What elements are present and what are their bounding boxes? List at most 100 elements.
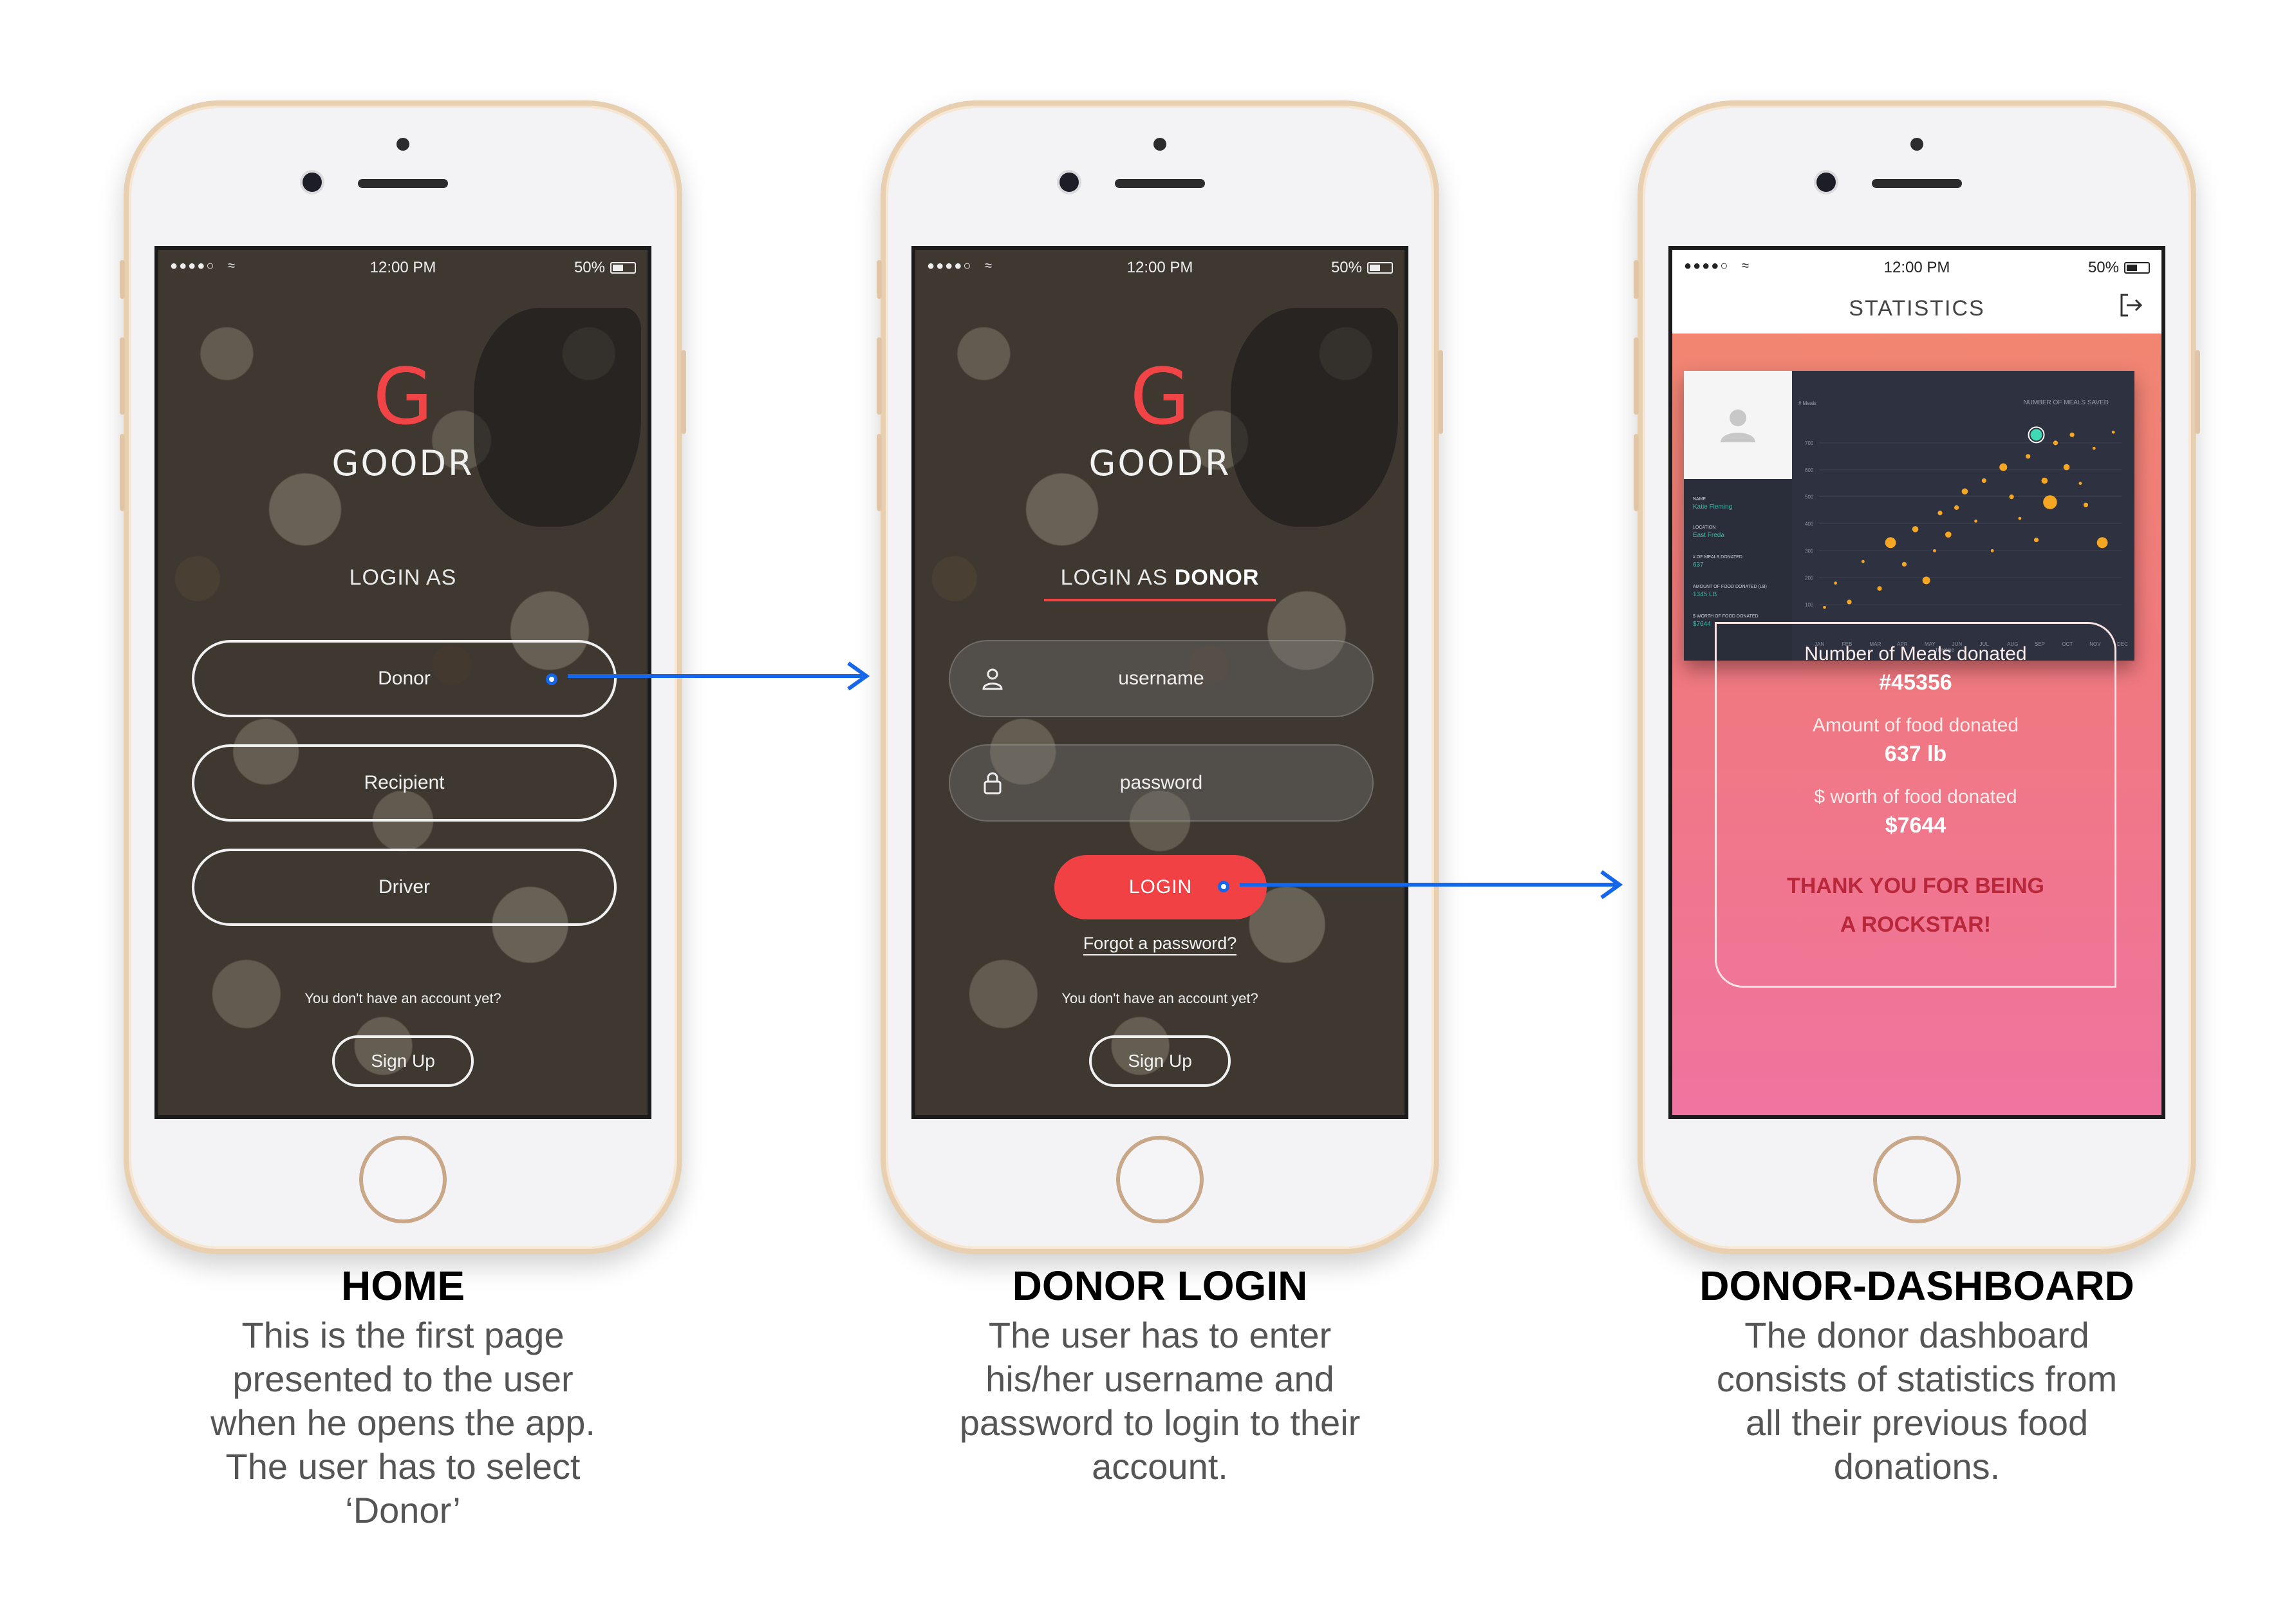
login-role: DONOR bbox=[1174, 565, 1260, 590]
home-button[interactable] bbox=[1116, 1136, 1204, 1223]
brand-name: GOODR bbox=[1088, 443, 1231, 484]
y-tick-label: 400 bbox=[1805, 522, 1814, 527]
front-camera bbox=[303, 173, 322, 192]
scatter-point-10 bbox=[1937, 511, 1943, 516]
statistics-card: NAME Katie Fleming LOCATION East Freda #… bbox=[1684, 371, 2134, 661]
login-as-donor-heading: LOGIN AS DONOR bbox=[915, 565, 1405, 590]
meals-scatter-chart: 100200300400500600700JAN FEB MAR APR MAY JUN J… bbox=[1805, 426, 2128, 647]
password-placeholder: password bbox=[1119, 772, 1203, 793]
food-donated-value: 637 lb bbox=[1884, 742, 1947, 766]
worth-donated-label: $ worth of food donated bbox=[1814, 786, 2017, 807]
volume-down-button bbox=[877, 434, 882, 511]
dashboard-header: ●●●●○ ≈ 12:00 PM 50% STATISTICS bbox=[1672, 250, 2161, 334]
login-button[interactable]: LOGIN bbox=[1054, 855, 1267, 919]
brand-logo-icon: G bbox=[1130, 353, 1190, 442]
status-bar: ●●●●○ ≈ 12:00 PM 50% bbox=[158, 255, 648, 281]
volume-up-button bbox=[120, 337, 125, 415]
sign-up-button[interactable]: Sign Up bbox=[1089, 1035, 1231, 1087]
battery-icon bbox=[610, 262, 636, 274]
proximity-sensor bbox=[1153, 138, 1166, 151]
driver-button[interactable]: Driver bbox=[192, 849, 617, 926]
caption-home: HOME This is the first page presented to… bbox=[124, 1262, 682, 1532]
login-as-prefix: LOGIN AS bbox=[1060, 565, 1175, 590]
scatter-point-30 bbox=[2096, 537, 2108, 549]
scatter-point-8 bbox=[1922, 576, 1930, 585]
proximity-sensor bbox=[397, 138, 409, 151]
no-account-text: You don't have an account yet? bbox=[1061, 990, 1258, 1006]
donor-login-screen: ●●●●○ ≈ 12:00 PM 50% G GOODR LOGIN AS DO… bbox=[911, 246, 1408, 1119]
battery-status: 50% bbox=[1331, 259, 1393, 277]
username-field[interactable]: username bbox=[949, 640, 1374, 717]
food-donated-label: Amount of food donated bbox=[1812, 715, 2019, 736]
earpiece-speaker bbox=[1115, 179, 1205, 188]
meals-donated-value: #45356 bbox=[1879, 670, 1952, 695]
status-bar: ●●●●○ ≈ 12:00 PM 50% bbox=[915, 255, 1405, 281]
battery-icon bbox=[2124, 262, 2150, 274]
home-button[interactable] bbox=[1873, 1136, 1961, 1223]
caption-title: HOME bbox=[341, 1263, 465, 1309]
battery-status: 50% bbox=[2088, 259, 2150, 277]
caption-description: The user has to enter his/her username a… bbox=[959, 1315, 1361, 1487]
user-icon bbox=[982, 668, 1003, 690]
mute-switch bbox=[877, 260, 882, 299]
scatter-point-3 bbox=[1861, 560, 1865, 563]
scatter-point-31 bbox=[2111, 430, 2115, 434]
scatter-point-16 bbox=[1990, 549, 1994, 552]
volume-down-button bbox=[120, 434, 125, 511]
scatter-point-11 bbox=[1945, 531, 1952, 538]
scatter-point-23 bbox=[2043, 495, 2057, 509]
mute-switch bbox=[1634, 260, 1639, 299]
scatter-point-28 bbox=[2083, 502, 2089, 507]
phone-donor-dashboard: ●●●●○ ≈ 12:00 PM 50% STATISTICS NAME Kat… bbox=[1634, 100, 2200, 1254]
battery-percent: 50% bbox=[574, 259, 605, 276]
mute-switch bbox=[120, 260, 125, 299]
forgot-password-link[interactable]: Forgot a password? bbox=[915, 934, 1405, 955]
caption-title: DONOR LOGIN bbox=[1012, 1263, 1308, 1309]
power-button bbox=[681, 350, 686, 434]
scatter-point-22 bbox=[2041, 477, 2048, 484]
scatter-point-1 bbox=[1834, 581, 1838, 585]
highlight-point[interactable] bbox=[2030, 429, 2042, 441]
y-tick-label: 100 bbox=[1805, 602, 1814, 608]
front-camera bbox=[1059, 173, 1079, 192]
proximity-sensor bbox=[1910, 138, 1923, 151]
page-title: STATISTICS bbox=[1849, 296, 1985, 321]
caption-title: DONOR-DASHBOARD bbox=[1699, 1263, 2134, 1309]
scatter-point-17 bbox=[1999, 463, 2008, 471]
lock-icon bbox=[984, 772, 1002, 795]
username-placeholder: username bbox=[1118, 668, 1204, 689]
battery-icon bbox=[1367, 262, 1393, 274]
scatter-point-4 bbox=[1877, 586, 1882, 591]
scatter-point-20 bbox=[2026, 454, 2031, 459]
meals-donated-label: Number of Meals donated bbox=[1804, 643, 2027, 664]
caption-donor-login: DONOR LOGIN The user has to enter his/he… bbox=[881, 1262, 1439, 1489]
scatter-point-29 bbox=[2092, 446, 2096, 450]
scatter-point-9 bbox=[1933, 549, 1936, 552]
scatter-point-2 bbox=[1847, 599, 1852, 605]
brand-name: GOODR bbox=[331, 443, 474, 484]
caption-donor-dashboard: DONOR-DASHBOARD The donor dashboard cons… bbox=[1638, 1262, 2196, 1489]
logout-icon[interactable] bbox=[2116, 291, 2145, 319]
y-tick-label: 500 bbox=[1805, 494, 1814, 500]
sign-up-button[interactable]: Sign Up bbox=[332, 1035, 474, 1087]
volume-up-button bbox=[1634, 337, 1639, 415]
x-tick-label: DEC bbox=[2117, 641, 2128, 647]
home-button[interactable] bbox=[359, 1136, 447, 1223]
scatter-point-26 bbox=[2069, 432, 2075, 437]
scatter-point-5 bbox=[1885, 537, 1896, 549]
caption-description: The donor dashboard consists of statisti… bbox=[1716, 1315, 2118, 1487]
scatter-point-12 bbox=[1954, 505, 1959, 510]
earpiece-speaker bbox=[1872, 179, 1962, 188]
y-tick-label: 200 bbox=[1805, 575, 1814, 581]
tap-hotspot-login bbox=[1218, 881, 1229, 892]
scatter-point-0 bbox=[1823, 605, 1826, 609]
donation-summary-box: Number of Meals donated #45356 Amount of… bbox=[1715, 622, 2116, 988]
volume-down-button bbox=[1634, 434, 1639, 511]
heading-underline bbox=[1044, 599, 1276, 601]
scatter-point-15 bbox=[1981, 478, 1986, 484]
password-field[interactable]: password bbox=[949, 744, 1374, 822]
recipient-button[interactable]: Recipient bbox=[192, 744, 617, 822]
tap-hotspot-donor bbox=[546, 673, 557, 685]
scatter-point-19 bbox=[2018, 516, 2022, 520]
thanks-line-2: A ROCKSTAR! bbox=[1840, 912, 1992, 937]
